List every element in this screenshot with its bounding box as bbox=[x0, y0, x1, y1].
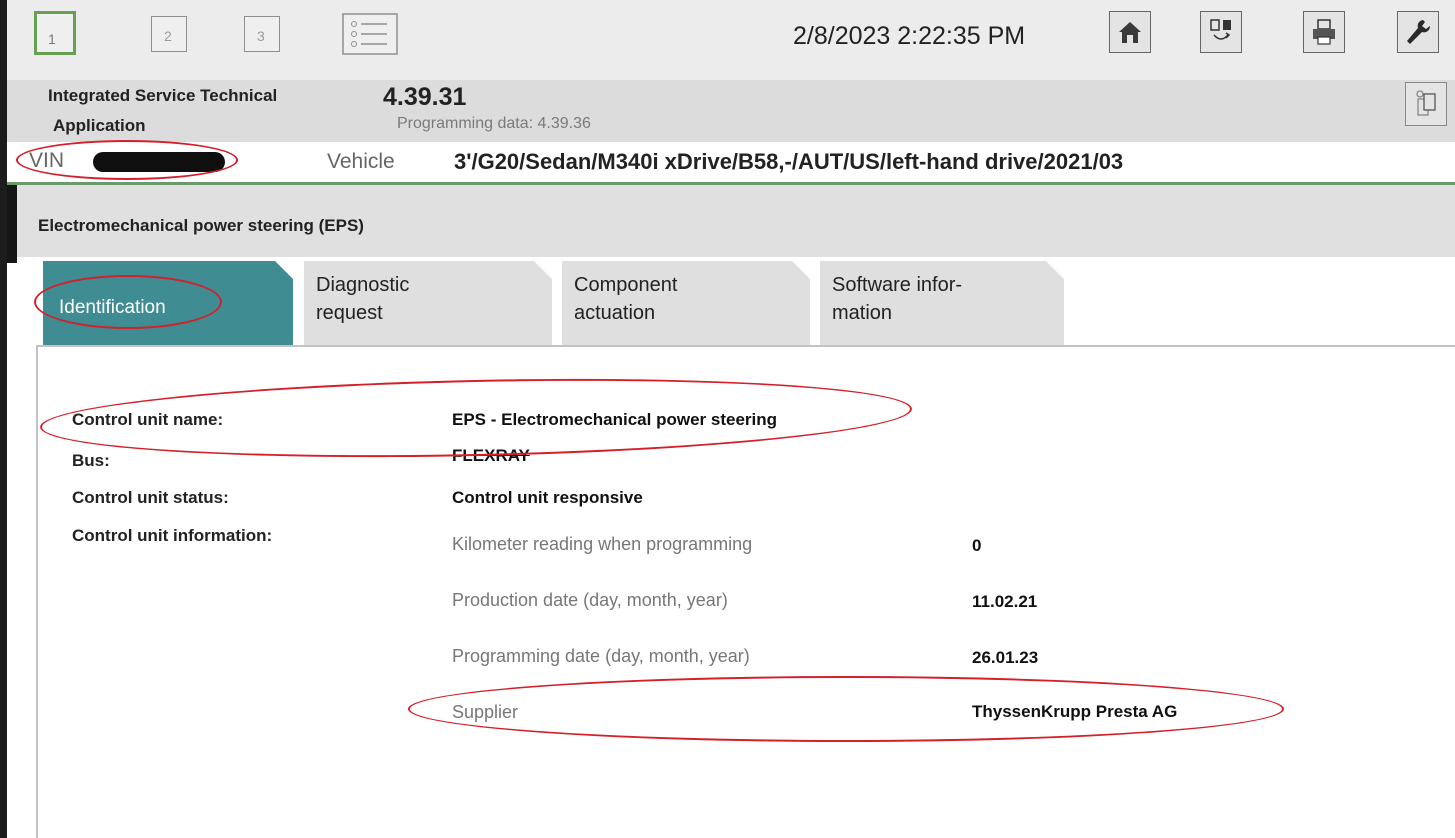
programming-data-version: Programming data: 4.39.36 bbox=[397, 115, 591, 132]
vehicle-info-bar: VIN Vehicle 3'/G20/Sedan/M340i xDrive/B5… bbox=[7, 142, 1455, 185]
workspace-button-1-label: 1 bbox=[48, 31, 56, 47]
top-toolbar: 1 2 3 2/8/2023 2:22:35 PM bbox=[7, 0, 1455, 81]
control-unit-information-label: Control unit information: bbox=[72, 526, 273, 545]
info-row-value: 0 bbox=[972, 536, 982, 555]
workspace-button-2[interactable]: 2 bbox=[151, 16, 187, 52]
tab-diagnostic-request[interactable]: Diagnostic request bbox=[304, 261, 552, 346]
info-row-label: Production date (day, month, year) bbox=[452, 590, 728, 610]
tab-software-information-line2: mation bbox=[832, 302, 893, 324]
app-title-line2: Application bbox=[53, 116, 146, 135]
workspace-button-3[interactable]: 3 bbox=[244, 16, 280, 52]
supplier-value: ThyssenKrupp Presta AG bbox=[972, 702, 1178, 721]
control-unit-name-value: EPS - Electromechanical power steering bbox=[452, 410, 778, 429]
module-edge-bar bbox=[7, 185, 17, 263]
home-button[interactable] bbox=[1109, 11, 1151, 53]
print-button[interactable] bbox=[1303, 11, 1345, 53]
tab-software-information-line1: Software infor- bbox=[832, 274, 963, 296]
application-header: Integrated Service Technical Application… bbox=[7, 80, 1455, 142]
bus-value: FLEXRAY bbox=[452, 446, 530, 465]
printer-icon bbox=[1313, 19, 1335, 45]
app-title-line1: Integrated Service Technical bbox=[48, 86, 278, 105]
tab-component-actuation-line1: Component bbox=[574, 274, 678, 296]
list-icon bbox=[342, 13, 398, 55]
info-row-label: Programming date (day, month, year) bbox=[452, 646, 750, 666]
tab-software-information[interactable]: Software infor- mation bbox=[820, 261, 1064, 346]
vehicle-exchange-icon bbox=[1210, 19, 1231, 40]
module-title: Electromechanical power steering (EPS) bbox=[38, 216, 364, 235]
bus-label: Bus: bbox=[72, 451, 110, 470]
control-unit-name-label: Control unit name: bbox=[72, 410, 224, 429]
vin-redacted bbox=[93, 152, 225, 172]
list-button[interactable] bbox=[341, 12, 399, 56]
workspace-button-3-label: 3 bbox=[257, 28, 265, 44]
vehicle-exchange-button[interactable] bbox=[1200, 11, 1242, 53]
tab-component-actuation[interactable]: Component actuation bbox=[562, 261, 810, 346]
info-row-value: 26.01.23 bbox=[972, 648, 1039, 667]
tab-identification[interactable]: Identification bbox=[43, 261, 293, 346]
control-unit-status-value: Control unit responsive bbox=[452, 488, 643, 507]
tab-diagnostic-request-line2: request bbox=[316, 302, 383, 324]
service-functions-button[interactable] bbox=[1397, 11, 1439, 53]
copy-button[interactable] bbox=[1405, 82, 1447, 126]
info-row-label: Supplier bbox=[452, 702, 519, 722]
left-edge-bar bbox=[0, 0, 7, 838]
wrench-icon bbox=[1407, 20, 1431, 44]
vin-label: VIN bbox=[29, 149, 65, 172]
vehicle-description: 3'/G20/Sedan/M340i xDrive/B58,-/AUT/US/l… bbox=[454, 149, 1124, 174]
control-unit-status-label: Control unit status: bbox=[72, 488, 229, 507]
vehicle-label: Vehicle bbox=[327, 150, 395, 173]
tab-diagnostic-request-line1: Diagnostic bbox=[316, 274, 410, 296]
app-version: 4.39.31 bbox=[383, 83, 467, 111]
info-row-label: Kilometer reading when programming bbox=[452, 534, 753, 554]
tab-identification-label: Identification bbox=[59, 296, 166, 318]
tab-component-actuation-line2: actuation bbox=[574, 302, 656, 324]
copy-icon bbox=[1416, 90, 1436, 116]
workspace-button-1[interactable]: 1 bbox=[34, 11, 76, 55]
date-time: 2/8/2023 2:22:35 PM bbox=[793, 22, 1026, 50]
home-icon bbox=[1119, 22, 1141, 43]
info-row-value: 11.02.21 bbox=[972, 592, 1038, 611]
workspace-button-2-label: 2 bbox=[164, 28, 172, 44]
